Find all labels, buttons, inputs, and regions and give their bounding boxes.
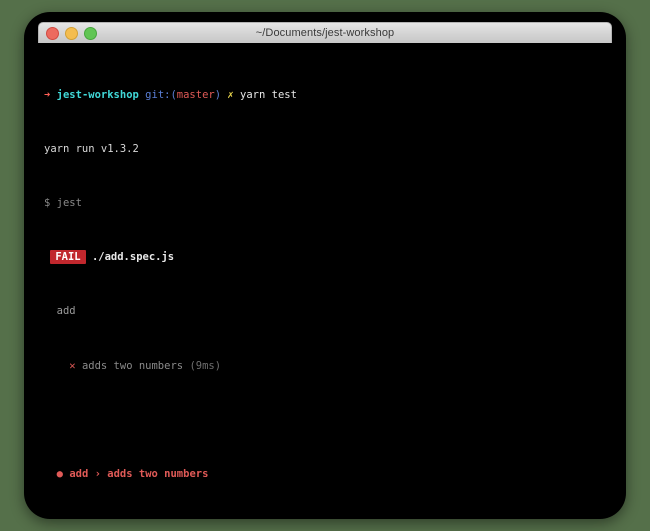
test-duration: (9ms) [189,359,222,372]
window-controls [39,26,97,40]
failure-test: adds two numbers [107,467,209,480]
prompt-line-top: ➜ jest-workshop git:(master) ✗ yarn test [44,89,606,103]
zoom-button[interactable] [84,26,97,40]
terminal-output[interactable]: ➜ jest-workshop git:(master) ✗ yarn test… [38,43,612,505]
bullet-icon: ● [56,467,63,480]
blank-1 [44,414,606,428]
prompt-arrow-icon: ➜ [44,88,51,101]
window-title: ~/Documents/jest-workshop [255,27,395,39]
window-titlebar[interactable]: ~/Documents/jest-workshop [38,22,612,43]
prompt-git-close: ) [214,88,222,101]
minimize-button[interactable] [65,26,78,40]
test-name: adds two numbers [81,359,184,372]
failure-heading: ● add › adds two numbers [44,468,606,482]
fail-badge: FAIL [50,250,86,265]
fail-file-path: ./add.spec.js [91,251,175,264]
cross-icon: ✕ [69,359,76,372]
prompt-dirty-icon: ✗ [227,88,234,101]
failure-separator-icon: › [94,467,101,480]
prompt-git-open: git:( [145,88,177,101]
fail-line: FAIL ./add.spec.js [44,250,606,265]
prompt-git-branch: master [176,88,215,101]
test-result-line: ✕ adds two numbers (9ms) [44,360,606,374]
yarn-version-line: yarn run v1.3.2 [44,142,139,155]
terminal-window: ~/Documents/jest-workshop ➜ jest-worksho… [24,12,626,519]
failure-suite: add [69,467,89,480]
close-button[interactable] [46,26,59,40]
suite-name-line: add [44,305,606,319]
typed-command: yarn test [240,88,297,101]
prompt-directory: jest-workshop [56,88,139,101]
jest-invoke-line: $ jest [44,197,82,210]
suite-name: add [56,305,76,318]
